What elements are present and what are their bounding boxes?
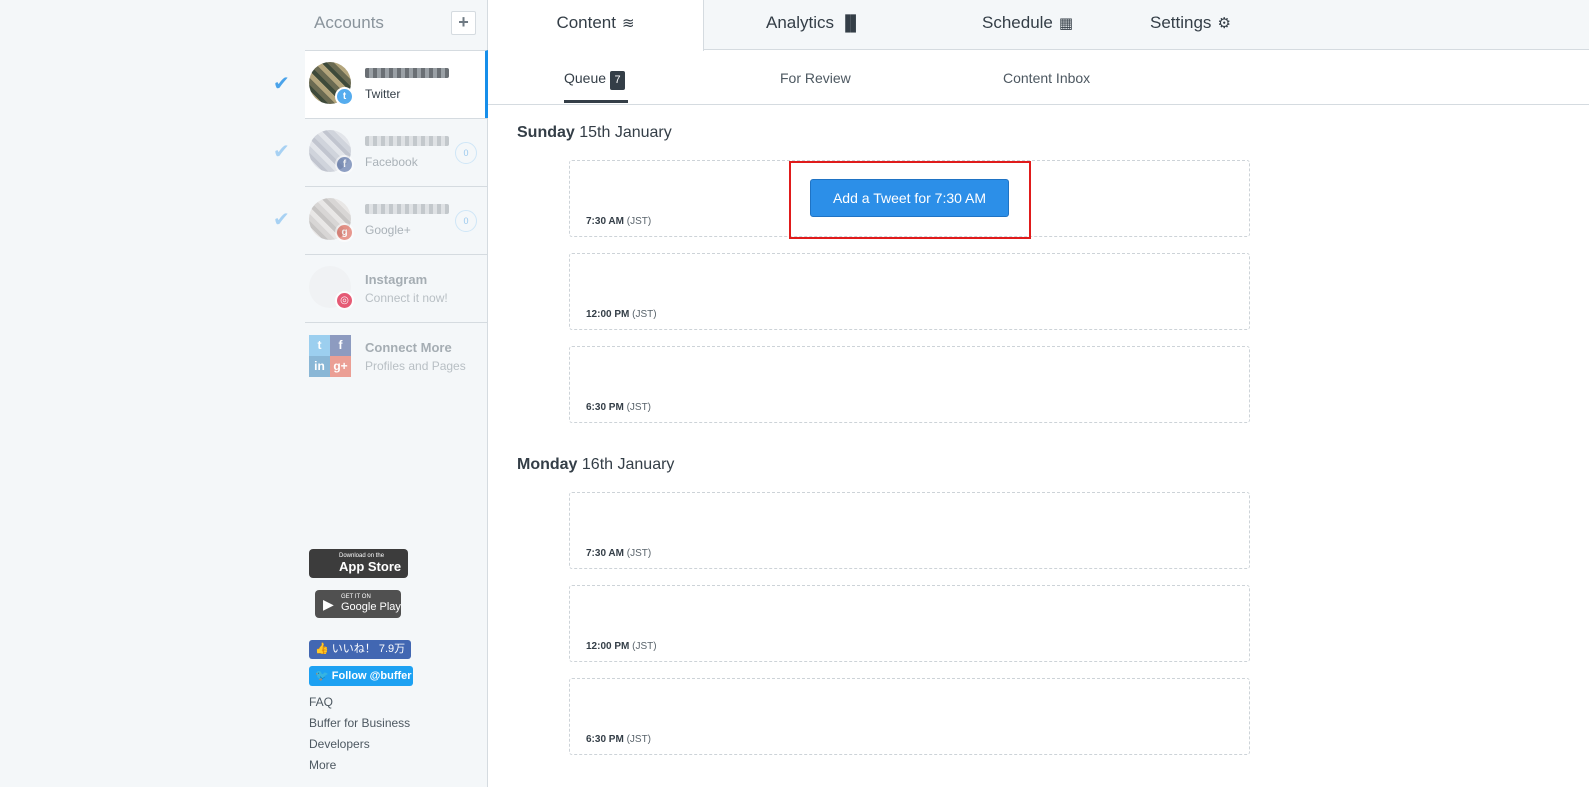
facebook-like-button[interactable]: 👍 いいね！ 7.9万	[309, 640, 411, 659]
slot-time: 12:00 PM (JST)	[586, 309, 657, 320]
slot-time: 7:30 AM (JST)	[586, 216, 652, 227]
checkmark-icon[interactable]: ✔	[273, 207, 290, 232]
tab-schedule[interactable]: Schedule ▦	[982, 0, 1073, 50]
queue-slot[interactable]: 6:30 PM (JST)	[569, 346, 1250, 423]
bar-chart-icon: ▐▌	[840, 15, 862, 32]
google-play-text: Google Play	[341, 601, 401, 613]
slot-time: 7:30 AM (JST)	[586, 548, 652, 559]
day-date: 15th January	[579, 124, 672, 141]
connect-more-item[interactable]: t f in g+ Connect More Profiles and Page…	[305, 322, 488, 390]
slot-time: 12:00 PM (JST)	[586, 641, 657, 652]
day-date: 16th January	[581, 456, 675, 473]
twitter-follow-button[interactable]: 🐦 Follow @buffer	[309, 666, 413, 686]
queue-count-badge: 7	[610, 71, 626, 90]
content-subnav: Queue 7 For Review Content Inbox	[488, 50, 1589, 105]
twitter-icon: t	[335, 87, 354, 106]
account-item-facebook[interactable]: ✔ f Facebook 0	[273, 118, 488, 186]
day-weekday: Sunday	[517, 124, 575, 141]
accounts-sidebar: Accounts + ✔ t Twitter ✔ f Facebook 0 ✔ …	[273, 0, 488, 787]
social-networks-icon-grid: t f in g+	[309, 335, 351, 377]
account-item-googleplus[interactable]: ✔ g Google+ 0	[273, 186, 488, 254]
add-account-button[interactable]: +	[451, 11, 476, 35]
connect-more-title: Connect More	[365, 340, 452, 355]
footer-link-more[interactable]: More	[309, 757, 410, 778]
connect-instagram-item[interactable]: ◎ Instagram Connect it now!	[305, 254, 488, 322]
tab-label: Schedule	[982, 13, 1053, 32]
subtab-content-inbox[interactable]: Content Inbox	[1003, 70, 1090, 86]
facebook-icon: f	[330, 335, 351, 356]
app-store-text: App Store	[339, 559, 402, 574]
thumbs-up-icon: 👍	[315, 643, 329, 655]
tab-analytics[interactable]: Analytics ▐▌	[766, 0, 861, 50]
accounts-title: Accounts	[314, 13, 384, 32]
facebook-like-label: いいね！ 7.9万	[331, 643, 406, 655]
slot-time: 6:30 PM (JST)	[586, 734, 652, 745]
subtab-for-review[interactable]: For Review	[780, 70, 851, 86]
checkmark-icon[interactable]: ✔	[273, 139, 290, 164]
instagram-icon: ◎	[335, 291, 354, 310]
twitter-follow-label: Follow @buffer	[331, 670, 412, 682]
footer-link-business[interactable]: Buffer for Business	[309, 715, 410, 736]
connect-more-subtitle: Profiles and Pages	[365, 359, 466, 373]
account-name-blurred	[365, 204, 449, 214]
calendar-icon: ▦	[1058, 15, 1074, 32]
active-subtab-underline	[564, 100, 628, 103]
tab-content[interactable]: Content ≋	[488, 0, 704, 51]
checkmark-icon[interactable]: ✔	[273, 71, 290, 96]
queue-slot[interactable]: 12:00 PM (JST)	[569, 585, 1250, 662]
queue-slot[interactable]: 12:00 PM (JST)	[569, 253, 1250, 330]
left-gutter	[0, 0, 305, 787]
play-store-icon: ▶	[323, 596, 334, 612]
linkedin-icon: in	[309, 356, 330, 377]
google-play-badge[interactable]: ▶ GET IT ON Google Play	[315, 590, 401, 618]
account-name-blurred	[365, 136, 449, 146]
google-play-small-text: GET IT ON	[341, 594, 371, 600]
top-navigation: Content ≋ Analytics ▐▌ Schedule ▦ Settings ⚙	[488, 0, 1589, 51]
day-weekday: Monday	[517, 456, 578, 473]
footer-link-developers[interactable]: Developers	[309, 736, 410, 757]
google-plus-icon: g	[335, 223, 354, 242]
tab-label: Analytics	[766, 13, 835, 32]
accounts-header: Accounts +	[305, 0, 488, 50]
account-network-label: Google+	[365, 223, 411, 237]
account-network-label: Twitter	[365, 87, 401, 101]
gear-icon: ⚙	[1217, 15, 1231, 32]
account-item-twitter[interactable]: ✔ t Twitter	[273, 50, 488, 118]
app-store-badge[interactable]: Download on the App Store	[309, 549, 408, 578]
footer-link-faq[interactable]: FAQ	[309, 694, 410, 715]
facebook-icon: f	[335, 155, 354, 174]
subtab-queue[interactable]: Queue 7	[564, 70, 626, 90]
account-network-label: Facebook	[365, 155, 418, 169]
account-count-badge: 0	[455, 142, 477, 164]
instagram-subtitle: Connect it now!	[365, 291, 448, 305]
tab-settings[interactable]: Settings ⚙	[1150, 0, 1231, 50]
main-content: Content ≋ Analytics ▐▌ Schedule ▦ Settings ⚙…	[488, 0, 1589, 787]
slot-time: 6:30 PM (JST)	[586, 402, 652, 413]
tab-label: Content	[556, 13, 616, 32]
instagram-title: Instagram	[365, 272, 428, 287]
tab-label: Settings	[1150, 13, 1212, 32]
day-heading: Monday 16th January	[517, 456, 674, 474]
layers-icon: ≋	[621, 15, 635, 32]
account-name-blurred	[365, 68, 449, 78]
twitter-bird-icon: 🐦	[315, 670, 329, 682]
subtab-label: Queue	[564, 70, 607, 86]
day-heading: Sunday 15th January	[517, 124, 672, 142]
google-plus-icon: g+	[330, 356, 351, 377]
queue-slot[interactable]: 6:30 PM (JST)	[569, 678, 1250, 755]
account-count-badge: 0	[455, 210, 477, 232]
highlight-box	[789, 161, 1031, 239]
queue-slot[interactable]: 7:30 AM (JST)	[569, 492, 1250, 569]
twitter-icon: t	[309, 335, 330, 356]
footer-links: FAQ Buffer for Business Developers More	[309, 694, 410, 778]
